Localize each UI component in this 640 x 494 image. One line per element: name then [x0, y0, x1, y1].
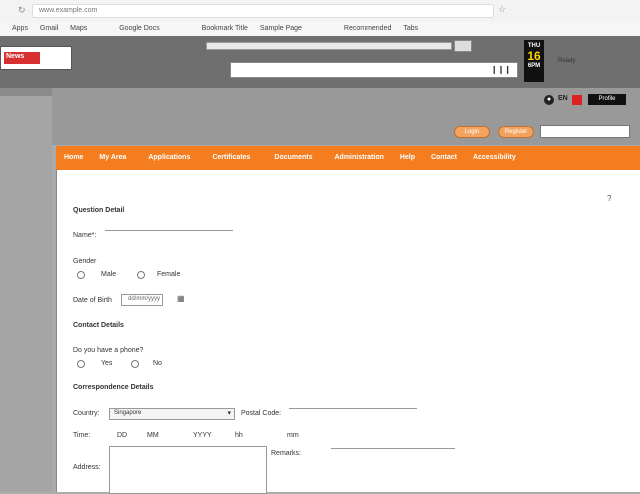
gender-male-radio[interactable] — [77, 271, 85, 279]
remarks-input[interactable] — [331, 448, 455, 449]
clock-widget: THU 16 6PM — [524, 40, 544, 82]
time-option-month[interactable]: MM — [147, 432, 159, 439]
remarks-label: Remarks: — [271, 450, 301, 457]
bookmark-item[interactable]: Sample Page — [260, 22, 302, 36]
gender-female-label: Female — [157, 271, 181, 278]
star-icon[interactable]: ☆ — [498, 4, 506, 15]
nav-item-administration[interactable]: Administration — [334, 146, 383, 170]
main-navigation: Home My Area Applications Certificates D… — [56, 146, 640, 170]
header-search-input[interactable] — [540, 125, 630, 138]
section-title-correspondence: Correspondence Details — [73, 384, 154, 391]
gender-label: Gender — [73, 258, 97, 265]
bookmarks-bar: Apps Gmail Maps Google Docs Bookmark Tit… — [0, 22, 640, 37]
flag-icon — [572, 95, 582, 105]
login-button[interactable]: Login — [454, 126, 490, 138]
phone-question-label: Do you have a phone? — [73, 347, 144, 354]
time-option-minute[interactable]: mm — [287, 432, 299, 439]
clock-day: 16 — [527, 49, 541, 63]
country-label: Country: — [73, 410, 100, 417]
dob-placeholder: dd/mm/yyyy — [128, 296, 161, 302]
time-label: Time: — [73, 432, 91, 439]
left-sidebar — [0, 88, 52, 492]
phone-no-label: No — [153, 360, 162, 367]
bookmark-item[interactable]: Gmail — [40, 22, 58, 36]
time-option-hour[interactable]: hh — [235, 432, 243, 439]
gender-male-label: Male — [101, 271, 117, 278]
time-option-year[interactable]: YYYY — [193, 432, 212, 439]
help-icon[interactable]: ? — [607, 194, 611, 203]
address-text: www.example.com — [39, 7, 98, 14]
nav-item-my-area[interactable]: My Area — [99, 146, 126, 170]
banner-progress-bar — [206, 42, 452, 50]
page-header: ● EN Profile Login Register — [52, 88, 640, 145]
banner-small-button[interactable] — [454, 40, 472, 52]
bookmark-item[interactable]: Maps — [70, 22, 87, 36]
phone-yes-label: Yes — [101, 360, 113, 367]
language-toggle[interactable]: EN — [558, 95, 568, 102]
bookmark-item[interactable]: Recommended — [344, 22, 391, 36]
bookmark-item[interactable]: Tabs — [403, 22, 418, 36]
clock-bottom-text: 6PM — [527, 63, 541, 69]
nav-item-accessibility[interactable]: Accessibility — [473, 146, 516, 170]
gender-female-radio[interactable] — [137, 271, 145, 279]
bookmark-item[interactable]: Apps — [12, 22, 28, 36]
bookmark-item[interactable]: Google Docs — [119, 22, 159, 36]
site-logo-text: News — [6, 53, 25, 60]
address-field[interactable]: www.example.com — [32, 4, 494, 18]
time-option-day[interactable]: DD — [117, 432, 127, 439]
nav-item-home[interactable]: Home — [64, 146, 83, 170]
chevron-down-icon: ▾ — [227, 410, 231, 417]
nav-item-contact[interactable]: Contact — [431, 146, 457, 170]
calendar-icon[interactable]: ▦ — [177, 294, 185, 303]
site-logo[interactable]: News — [0, 46, 72, 70]
nav-item-documents[interactable]: Documents — [274, 146, 312, 170]
address-label: Address: — [73, 464, 101, 471]
nav-item-applications[interactable]: Applications — [148, 146, 190, 170]
dob-input[interactable]: dd/mm/yyyy — [121, 294, 163, 306]
banner-status: Ready — [558, 58, 576, 64]
postal-code-label: Postal Code: — [241, 410, 282, 417]
register-button[interactable]: Register — [498, 126, 534, 138]
user-badge[interactable]: Profile — [588, 94, 626, 105]
banner-search-box[interactable]: ❙❙❙ — [230, 62, 518, 78]
dob-label: Date of Birth — [73, 297, 112, 304]
reload-icon[interactable]: ↻ — [18, 5, 26, 16]
phone-no-radio[interactable] — [131, 360, 139, 368]
section-title-contact: Contact Details — [73, 322, 124, 329]
form-panel: ? Question Detail Name*: Gender Male Fem… — [56, 170, 640, 494]
postal-code-input[interactable] — [289, 408, 417, 409]
bookmark-item[interactable]: Bookmark Title — [202, 22, 248, 36]
phone-yes-radio[interactable] — [77, 360, 85, 368]
country-value: Singapore — [114, 410, 142, 416]
address-textarea[interactable] — [109, 446, 267, 494]
browser-url-bar: ↻ www.example.com ☆ — [0, 0, 640, 23]
nav-item-certificates[interactable]: Certificates — [212, 146, 250, 170]
accessibility-icon[interactable]: ● — [544, 95, 554, 105]
name-input[interactable] — [105, 230, 233, 231]
section-title-question: Question Detail — [73, 207, 125, 214]
nav-item-help[interactable]: Help — [400, 146, 415, 170]
name-label: Name*: — [73, 232, 97, 239]
signal-icon: ❙❙❙ — [490, 65, 511, 74]
country-select[interactable]: Singapore ▾ — [109, 408, 235, 420]
